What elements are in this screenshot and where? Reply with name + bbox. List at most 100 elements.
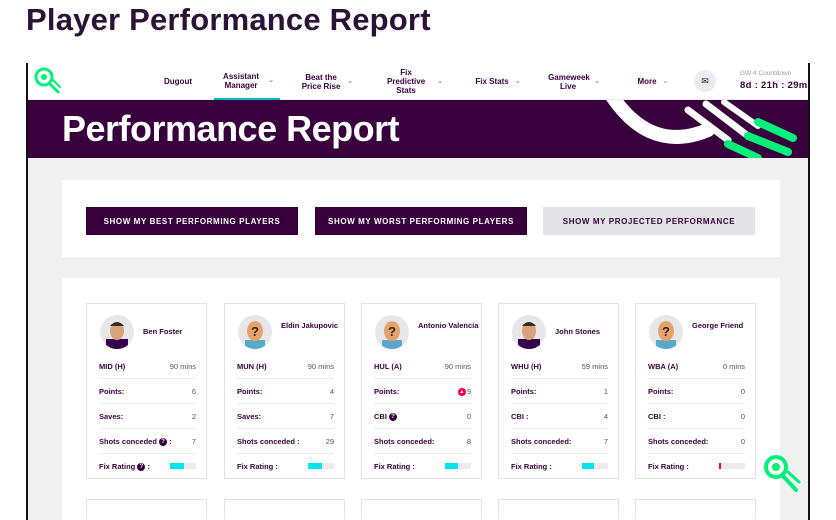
fix-label-cell: Fix Rating ? : <box>99 462 150 472</box>
fix-rating-row: Fix Rating : <box>648 454 745 479</box>
player-name: Eldin Jakupovic <box>281 321 339 330</box>
chevron-down-icon: ⌄ <box>347 78 353 85</box>
player-avatar: ? <box>375 315 409 349</box>
fix-label-cell: Fix Rating : <box>237 462 278 471</box>
chevron-down-icon: ⌄ <box>437 78 443 85</box>
fix-label-cell: Fix Rating : <box>374 462 415 471</box>
nav-item-more[interactable]: More ⌄ <box>628 63 678 100</box>
fix-rating-label: Fix Rating : <box>648 462 689 471</box>
fixture-team: WBA (A) <box>648 362 679 371</box>
projected-performance-button[interactable]: SHOW MY PROJECTED PERFORMANCE <box>543 207 755 235</box>
fixture-row: HUL (A) 90 mins <box>374 354 471 379</box>
nav-item-fix-stats[interactable]: Fix Stats ⌄ <box>468 63 528 100</box>
minutes-played: 90 mins <box>307 362 334 371</box>
points-cell: 1 <box>604 387 608 396</box>
stat-row: Saves: 7 <box>237 404 334 429</box>
fix-rating-bar <box>582 463 608 469</box>
player-avatar <box>100 315 134 349</box>
points-row: Points: 6 <box>99 379 196 404</box>
player-card-partial[interactable] <box>224 499 345 519</box>
stat-row: CBI : 4 <box>511 404 608 429</box>
stat-label: Saves: <box>99 412 124 421</box>
nav-label: Fix Stats <box>475 77 509 86</box>
hero-banner: Performance Report <box>28 100 808 158</box>
help-icon[interactable]: ? <box>137 463 146 472</box>
hero-title: Performance Report <box>62 108 400 149</box>
shots-conceded-row: Shots conceded: 7 <box>511 429 608 454</box>
fix-rating-label: Fix Rating : <box>237 462 278 471</box>
shots-label: Shots conceded <box>99 437 157 446</box>
points-label: Points: <box>511 387 537 396</box>
fixture-row: MID (H) 90 mins <box>99 354 196 379</box>
minutes-played: 90 mins <box>169 362 196 371</box>
points-row: Points: 1 <box>511 379 608 404</box>
stat-row: CBI ? 0 <box>374 404 471 429</box>
player-avatar <box>512 315 546 349</box>
help-icon[interactable]: ? <box>389 413 398 422</box>
player-card-partial[interactable] <box>498 499 619 519</box>
fix-rating-bar <box>719 463 745 469</box>
shots-value: 7 <box>191 437 196 446</box>
minutes-played: 90 mins <box>444 362 471 371</box>
logo-icon[interactable] <box>34 67 62 95</box>
fixture-team: WHU (H) <box>511 362 542 371</box>
shots-conceded-row: Shots conceded: 0 <box>648 429 745 454</box>
chevron-down-icon: ⌄ <box>594 78 600 85</box>
nav-item-beat-price-rise[interactable]: Beat the Price Rise ⌄ <box>296 63 358 100</box>
shots-label-cell: Shots conceded ? : <box>99 437 172 447</box>
stat-row: Saves: 2 <box>99 404 196 429</box>
points-value: 6 <box>191 387 196 396</box>
player-card-partial[interactable] <box>361 499 482 519</box>
fix-rating-row: Fix Rating : <box>511 454 608 479</box>
fix-rating-fill <box>170 463 185 469</box>
help-icon[interactable]: ? <box>159 438 168 447</box>
shots-conceded-row: Shots conceded: 8 <box>374 429 471 454</box>
player-card[interactable]: John Stones WHU (H) 59 mins Points: 1 CBI : 4 S… <box>498 303 619 479</box>
player-card-partial[interactable] <box>635 499 756 519</box>
svg-text:?: ? <box>388 324 396 339</box>
fix-rating-row: Fix Rating ? : <box>99 454 196 479</box>
player-avatar: ? <box>238 315 272 349</box>
nav-item-gameweek-live[interactable]: Gameweek Live ⌄ <box>544 63 604 100</box>
assistant-logo-icon[interactable] <box>762 453 802 495</box>
fixture-row: MUN (H) 90 mins <box>237 354 334 379</box>
points-label: Points: <box>374 387 400 396</box>
points-row: Points: 0 <box>648 379 745 404</box>
best-players-button[interactable]: SHOW MY BEST PERFORMING PLAYERS <box>86 207 298 235</box>
nav-item-assistant-manager[interactable]: Assistant Manager ⌄ <box>214 63 280 100</box>
countdown-label: GW 4 Countdown <box>740 70 792 77</box>
svg-text:?: ? <box>251 324 259 339</box>
worst-players-button[interactable]: SHOW MY WORST PERFORMING PLAYERS <box>315 207 527 235</box>
shots-label: Shots conceded : <box>237 437 300 446</box>
shots-label-cell: Shots conceded: <box>648 437 708 446</box>
points-value: 4 <box>329 387 334 396</box>
nav-item-fix-predictive-stats[interactable]: Fix Predictive Stats ⌄ <box>376 63 448 100</box>
shots-label-cell: Shots conceded: <box>511 437 571 446</box>
player-card[interactable]: ? George Friend WBA (A) 0 mins Points: 0 CBI :… <box>635 303 756 479</box>
fix-rating-row: Fix Rating : <box>237 454 334 479</box>
player-card[interactable]: ? Antonio Valencia HUL (A) 90 mins Points: ▲ 9… <box>361 303 482 479</box>
nav-label: Dugout <box>164 77 192 86</box>
fix-rating-bar <box>170 463 196 469</box>
player-card-partial[interactable] <box>86 499 207 519</box>
nav-item-dugout[interactable]: Dugout <box>150 63 206 100</box>
points-cell: ▲ 9 <box>457 387 471 397</box>
points-value: 1 <box>603 387 608 396</box>
fix-rating-label: Fix Rating : <box>374 462 415 471</box>
fix-rating-fill <box>308 463 323 469</box>
fix-rating-bar <box>445 463 471 469</box>
shots-label: Shots conceded: <box>648 437 709 446</box>
fix-rating-fill <box>719 463 721 469</box>
fix-rating-label: Fix Rating <box>99 462 136 471</box>
points-label: Points: <box>99 387 125 396</box>
nav-label: Beat the Price Rise <box>301 72 341 91</box>
mail-icon[interactable]: ✉ <box>694 70 716 92</box>
player-card[interactable]: ? Eldin Jakupovic MUN (H) 90 mins Points: 4 Sa… <box>224 303 345 479</box>
stat-value: 2 <box>191 412 196 421</box>
shots-value: 0 <box>740 437 745 446</box>
player-card[interactable]: Ben Foster MID (H) 90 mins Points: 6 Saves: 2 S… <box>86 303 207 479</box>
points-value: 9 <box>466 387 471 396</box>
nav-label: More <box>637 77 657 86</box>
minutes-played: 0 mins <box>722 362 745 371</box>
stat-row: CBI : 0 <box>648 404 745 429</box>
